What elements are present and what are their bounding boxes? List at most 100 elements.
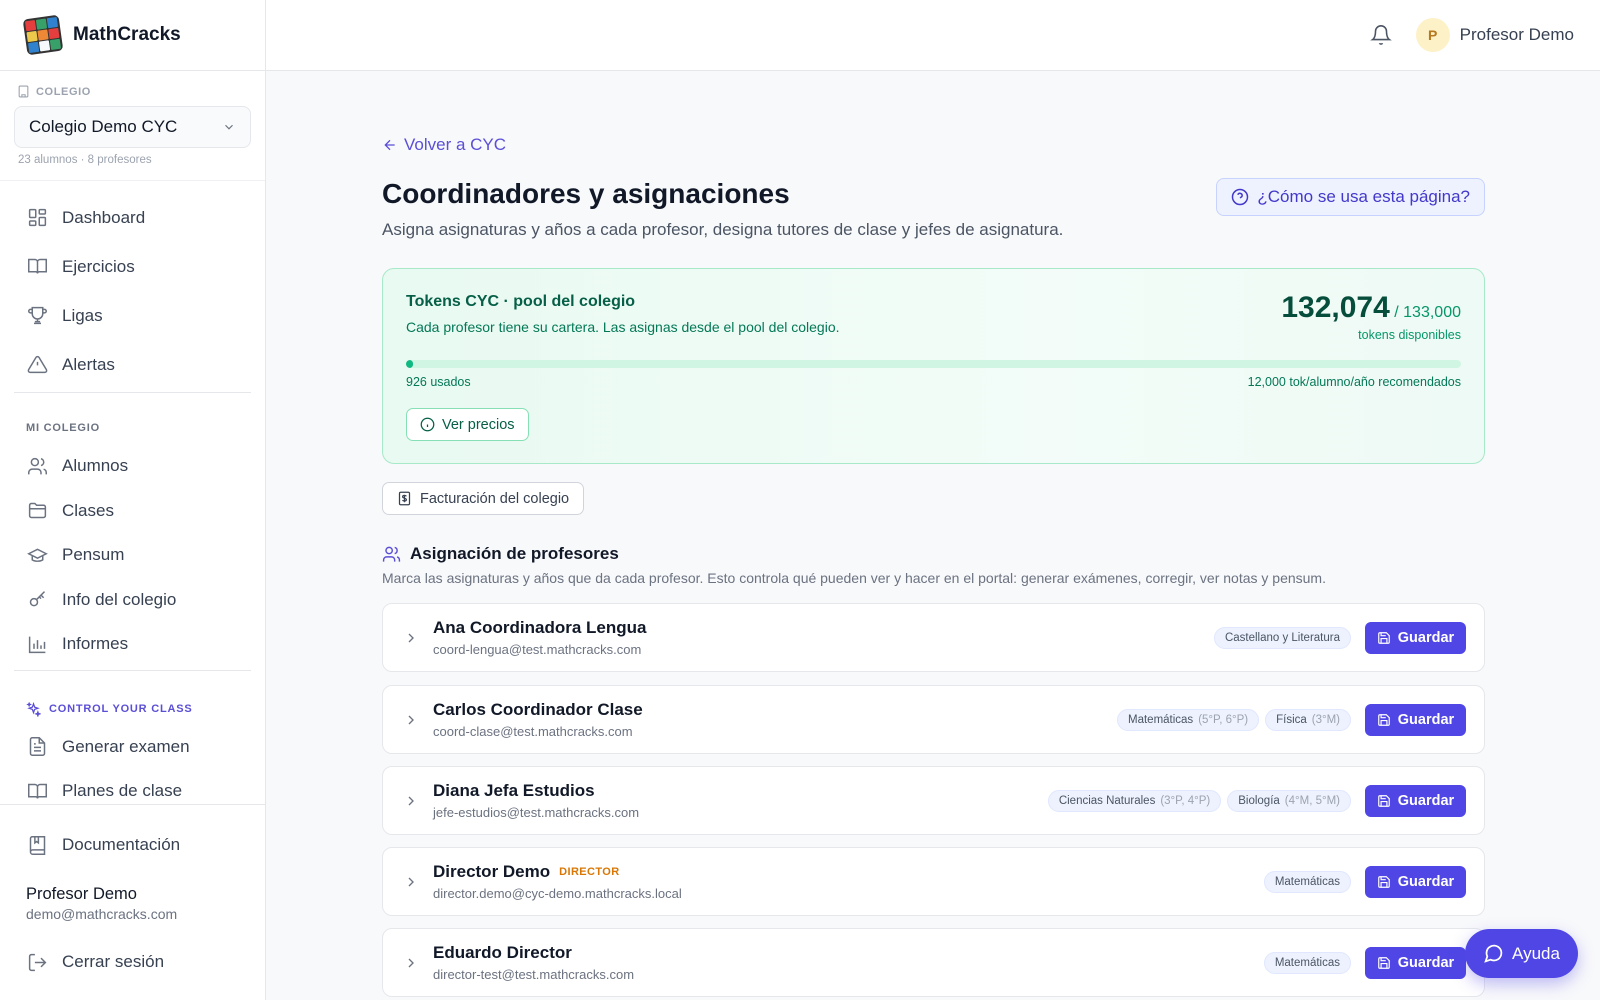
chevron-down-icon — [225, 124, 233, 130]
chevron-right-icon[interactable] — [401, 628, 421, 648]
subject-chip: Castellano y Literatura — [1213, 626, 1351, 649]
chevron-right-icon[interactable] — [401, 953, 421, 973]
page-help-button[interactable]: ¿Cómo se usa esta página? — [1216, 178, 1485, 216]
billing-button[interactable]: Facturación del colegio — [382, 482, 585, 515]
sidebar-item-label: Informes — [62, 634, 129, 654]
teacher-name: Director Demo — [433, 862, 551, 881]
sidebar-item-ejercicios[interactable]: Ejercicios — [14, 242, 251, 291]
sidebar-item-generar-examen[interactable]: Generar examen — [14, 725, 251, 770]
sidebar-item-label: Pensum — [62, 545, 125, 565]
logout-label: Cerrar sesión — [62, 952, 165, 971]
subject-chip: Matemáticas — [1263, 870, 1351, 893]
teacher-info: Ana Coordinadora Lengua coord-lengua@tes… — [433, 618, 1214, 657]
sidebar-item-alumnos[interactable]: Alumnos — [14, 444, 251, 489]
sidebar-item-label: Generar examen — [62, 736, 190, 756]
logout-button[interactable]: Cerrar sesión — [14, 930, 251, 994]
teacher-info: Diana Jefa Estudios jefe-estudios@test.m… — [433, 781, 1048, 820]
brand[interactable]: MathCracks — [0, 0, 265, 71]
save-button-label: Guardar — [1397, 629, 1455, 646]
tokens-progress-bar — [406, 360, 1461, 368]
bell-icon[interactable] — [1368, 22, 1394, 48]
user-menu[interactable]: P Profesor Demo — [1415, 18, 1574, 52]
subject-chips: Ciencias Naturales (3°P, 4°P) Biología (… — [1047, 789, 1351, 812]
message-circle-icon — [1484, 944, 1503, 963]
sidebar-item-label: Alertas — [62, 354, 115, 374]
back-link[interactable]: Volver a CYC — [382, 135, 506, 155]
teacher-name-row: Diana Jefa Estudios — [433, 781, 1048, 801]
chevron-right-icon[interactable] — [401, 791, 421, 811]
sidebar-item-documentacion[interactable]: Documentación — [14, 805, 251, 885]
sparkles-icon — [26, 701, 41, 717]
school-select[interactable]: Colegio Demo CYC — [14, 106, 251, 148]
save-button[interactable]: Guardar — [1365, 865, 1466, 898]
subject-chip: Física (3°M) — [1265, 708, 1351, 731]
teacher-role-badge: DIRECTOR — [559, 866, 620, 878]
teacher-row[interactable]: Ana Coordinadora Lengua coord-lengua@tes… — [382, 603, 1485, 672]
tokens-recommended: 12,000 tok/alumno/año recomendados — [1247, 375, 1461, 389]
graduation-cap-icon — [26, 544, 48, 566]
teacher-row[interactable]: Diana Jefa Estudios jefe-estudios@test.m… — [382, 766, 1485, 835]
school-meta: 23 alumnos · 8 profesores — [18, 154, 152, 166]
subject-chips: Matemáticas (5°P, 6°P) Física (3°M) — [1117, 708, 1351, 731]
assignment-title: Asignación de profesores — [382, 544, 619, 564]
save-button[interactable]: Guardar — [1365, 784, 1466, 817]
tokens-used: 926 usados — [406, 375, 471, 389]
rubiks-cube-logo — [22, 14, 64, 56]
teacher-name: Diana Jefa Estudios — [433, 781, 595, 800]
teacher-email: coord-clase@test.mathcracks.com — [433, 724, 633, 739]
sidebar-item-dashboard[interactable]: Dashboard — [14, 193, 251, 242]
page-subtitle: Asigna asignaturas y años a cada profeso… — [382, 220, 1064, 239]
sidebar-item-informes[interactable]: Informes — [14, 622, 251, 667]
users-icon — [382, 546, 401, 562]
help-chat-button[interactable]: Ayuda — [1465, 929, 1578, 978]
subject-chip: Matemáticas (5°P, 6°P) — [1117, 708, 1260, 731]
sidebar-item-ligas[interactable]: Ligas — [14, 291, 251, 340]
teacher-info: Eduardo Director director-test@test.math… — [433, 943, 1264, 982]
save-button-label: Guardar — [1397, 792, 1455, 809]
teacher-name-row: Eduardo Director — [433, 943, 1264, 963]
sidebar-item-label: Planes de clase — [62, 781, 183, 801]
sidebar-item-pensum[interactable]: Pensum — [14, 533, 251, 578]
view-prices-button[interactable]: Ver precios — [406, 408, 529, 441]
teacher-row[interactable]: Carlos Coordinador Clase coord-clase@tes… — [382, 685, 1485, 754]
save-icon — [1377, 631, 1390, 644]
sidebar-nav: Dashboard Ejercicios Ligas Alertas MI CO… — [0, 181, 265, 814]
save-button[interactable]: Guardar — [1365, 621, 1466, 654]
sidebar-item-clases[interactable]: Clases — [14, 489, 251, 534]
avatar: P — [1415, 18, 1450, 52]
sidebar-item-alertas[interactable]: Alertas — [14, 340, 251, 389]
save-button-label: Guardar — [1397, 711, 1455, 728]
save-icon — [1377, 794, 1390, 807]
teacher-name: Carlos Coordinador Clase — [433, 700, 643, 719]
logout-icon — [26, 951, 48, 973]
save-button[interactable]: Guardar — [1365, 703, 1466, 736]
subject-chip-years: (3°M) — [1311, 713, 1340, 726]
page-title: Coordinadores y asignaciones — [382, 178, 790, 209]
receipt-icon — [398, 491, 411, 506]
topbar: P Profesor Demo — [266, 0, 1600, 71]
tokens-available: 132,074 — [1281, 291, 1390, 324]
book-icon — [26, 256, 48, 278]
chevron-right-icon[interactable] — [401, 710, 421, 730]
school-select-value: Colegio Demo CYC — [29, 117, 178, 136]
teacher-row[interactable]: Director Demo DIRECTOR director.demo@cyc… — [382, 847, 1485, 916]
teacher-email: jefe-estudios@test.mathcracks.com — [433, 805, 640, 820]
save-button[interactable]: Guardar — [1365, 946, 1466, 979]
teacher-row[interactable]: Eduardo Director director-test@test.math… — [382, 928, 1485, 997]
chevron-right-icon[interactable] — [401, 872, 421, 892]
sidebar: MathCracks COLEGIO Colegio Demo CYC 23 a… — [0, 0, 266, 1000]
sidebar-footer: Documentación Profesor Demo demo@mathcra… — [0, 804, 265, 1000]
brand-name: MathCracks — [73, 24, 181, 45]
sidebar-item-label: Ligas — [62, 305, 103, 325]
arrow-left-icon — [384, 139, 395, 151]
nav-section-mi-colegio: MI COLEGIO — [26, 422, 100, 434]
teacher-name-row: Ana Coordinadora Lengua — [433, 618, 1214, 638]
teacher-email: director.demo@cyc-demo.mathcracks.local — [433, 886, 682, 901]
tokens-summary: 132,074 / 133,000 tokens disponibles — [1281, 291, 1461, 342]
sidebar-user: Profesor Demo demo@mathcracks.com — [14, 885, 251, 922]
book-icon — [26, 834, 48, 856]
sidebar-item-info-colegio[interactable]: Info del colegio — [14, 578, 251, 623]
sidebar-item-label: Info del colegio — [62, 589, 177, 609]
sidebar-item-label: Ejercicios — [62, 256, 135, 276]
teacher-info: Carlos Coordinador Clase coord-clase@tes… — [433, 700, 1117, 739]
